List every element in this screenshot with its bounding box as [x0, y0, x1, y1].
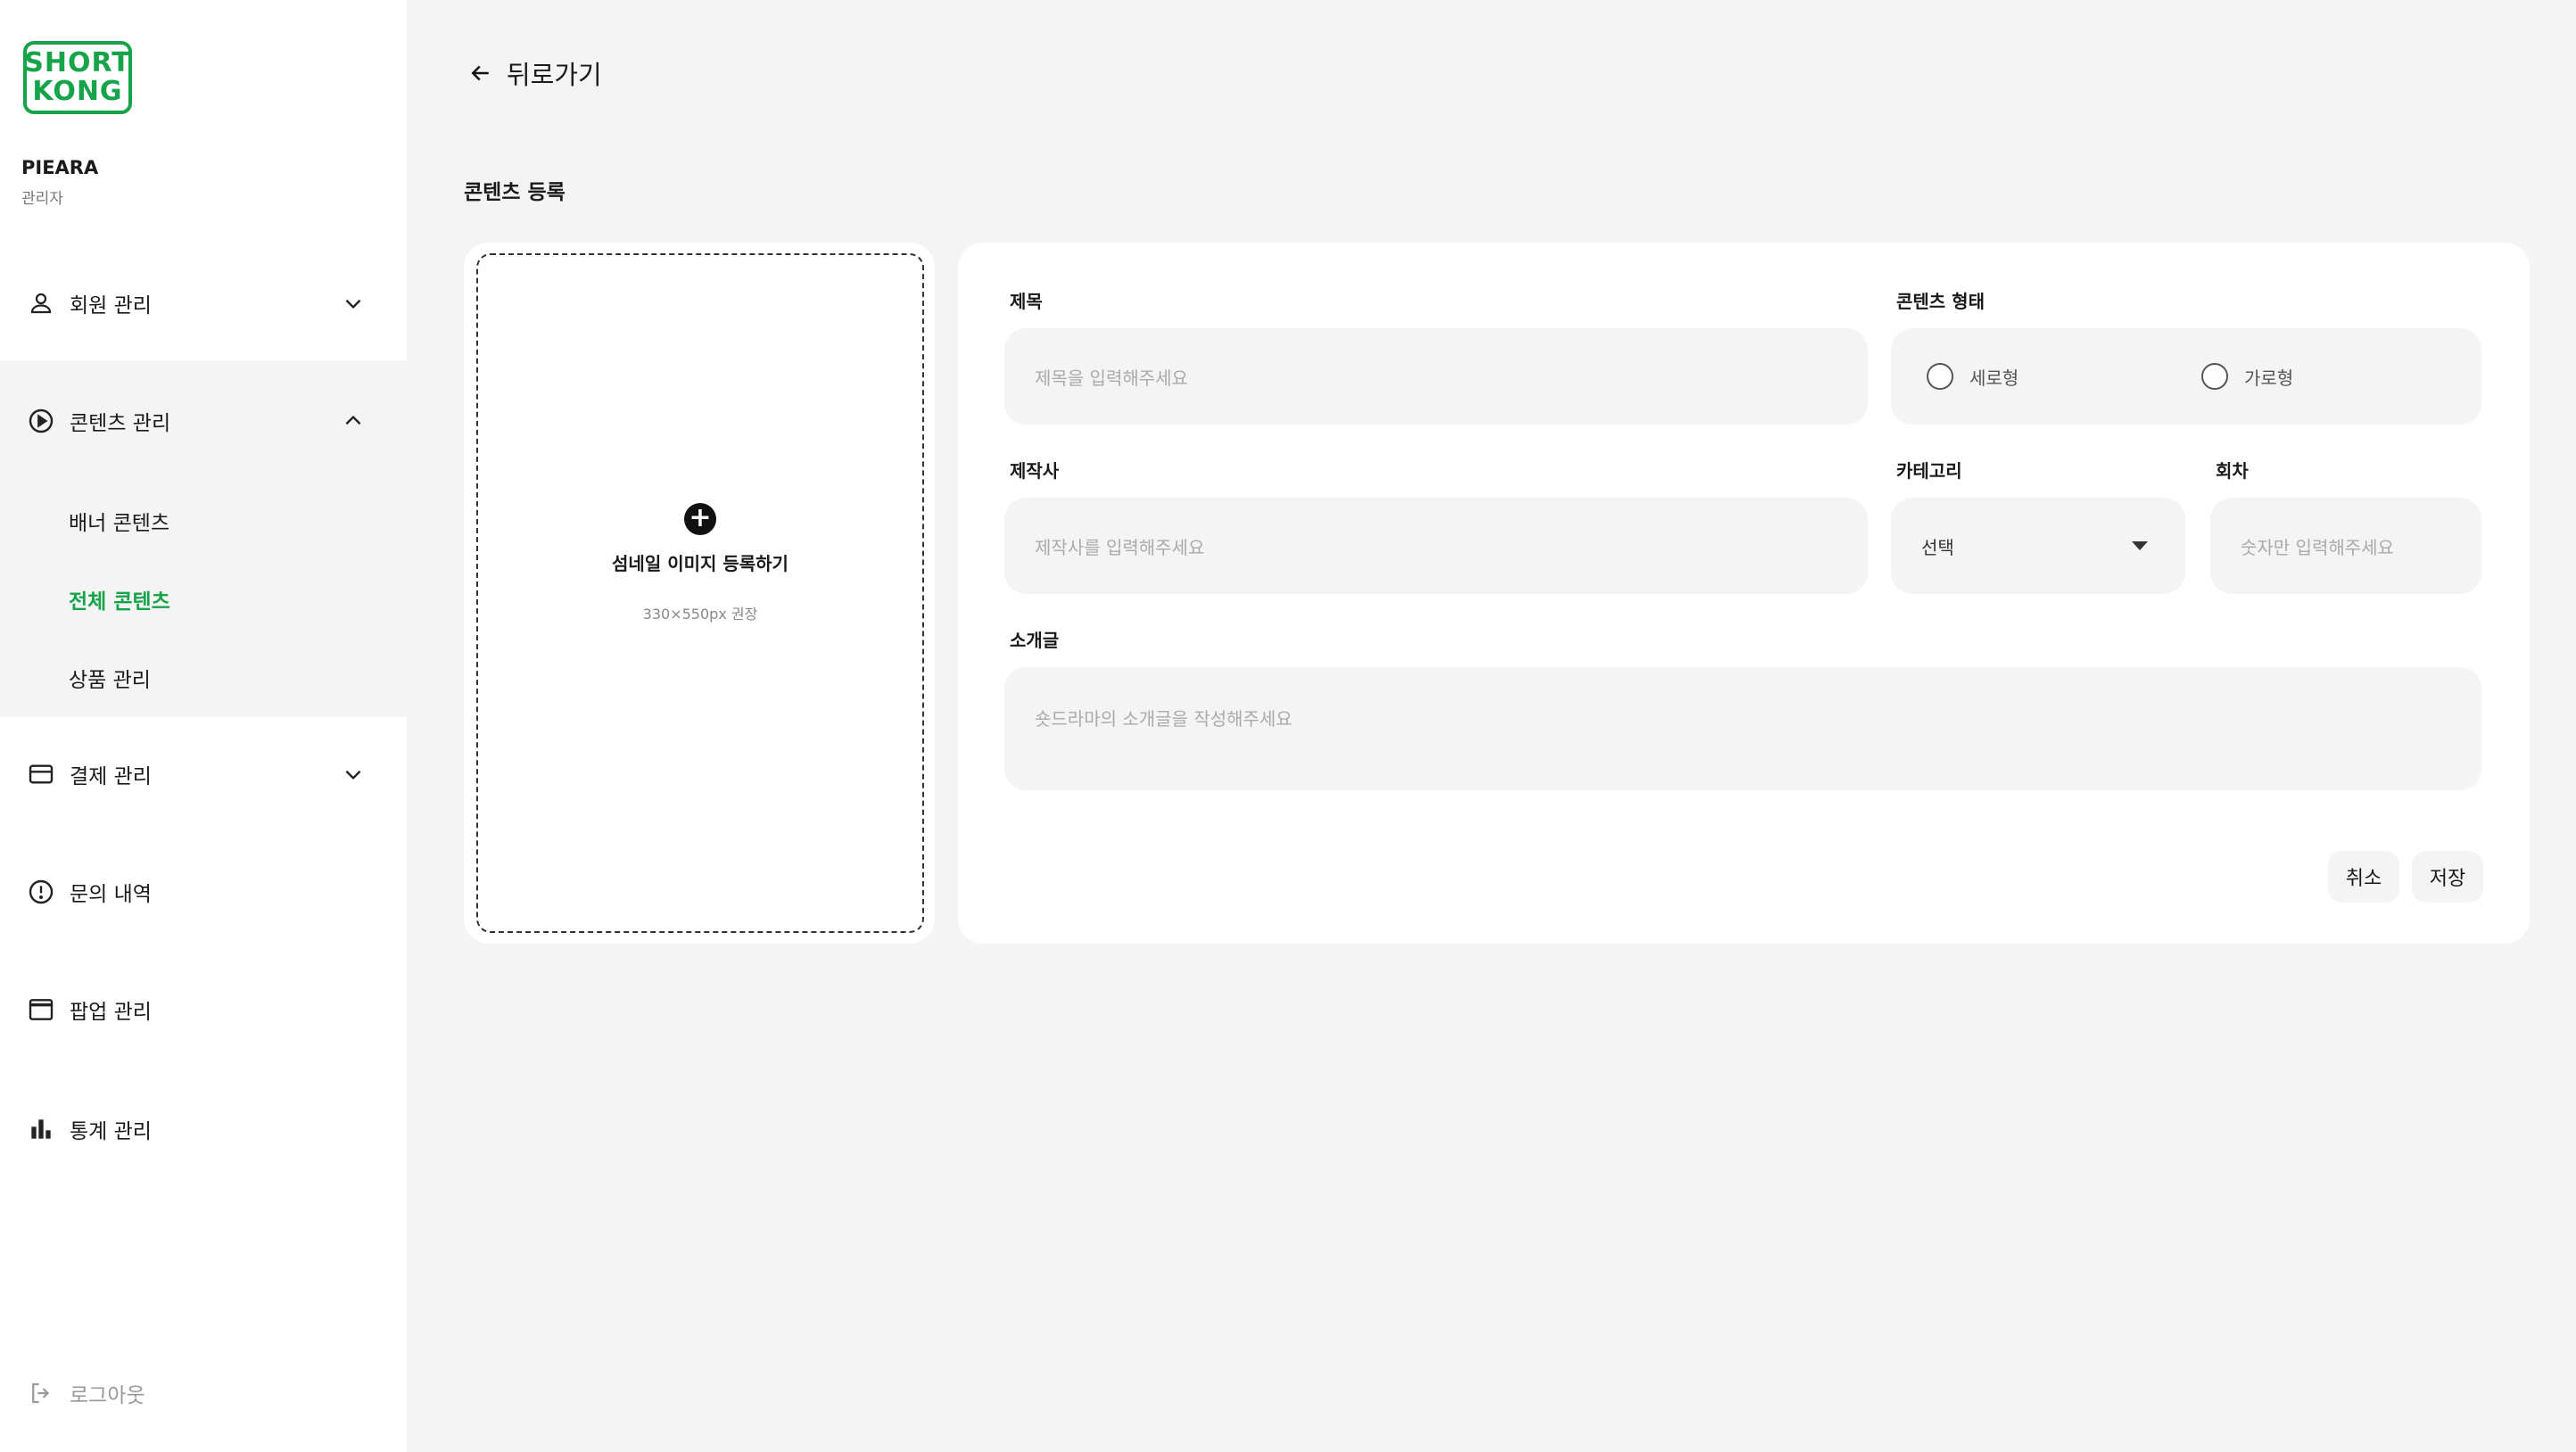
radio-label: 세로형 [1969, 367, 2019, 389]
logo-line-1: SHORT [24, 47, 131, 78]
sidebar-subitem-products[interactable]: 상품 관리 [0, 646, 407, 710]
profile-role: 관리자 [21, 190, 63, 208]
category-label: 카테고리 [1896, 460, 1962, 482]
cancel-button[interactable]: 취소 [2328, 851, 2399, 903]
logout-label: 로그아웃 [70, 1384, 145, 1407]
sidebar-item-label: 팝업 관리 [70, 1001, 152, 1024]
sidebar-subitem-label: 전체 콘텐츠 [69, 590, 170, 614]
person-icon [27, 289, 55, 318]
radio-label: 가로형 [2244, 367, 2294, 389]
sidebar-item-content[interactable]: 콘텐츠 관리 [0, 385, 407, 457]
category-select-value: 선택 [1921, 536, 1954, 558]
brand-logo[interactable]: SHORT KONG [23, 41, 132, 114]
thumbnail-card: + 섬네일 이미지 등록하기 330×550px 권장 [464, 243, 935, 944]
chevron-down-icon[interactable] [341, 291, 366, 316]
title-label: 제목 [1010, 291, 1043, 312]
content-type-label: 콘텐츠 형태 [1896, 291, 1985, 312]
sidebar-item-statistics[interactable]: 통계 관리 [0, 1093, 407, 1165]
sidebar-subitem-banner[interactable]: 배너 콘텐츠 [0, 489, 407, 553]
sidebar-item-label: 통계 관리 [70, 1120, 152, 1143]
sidebar-item-payments[interactable]: 결제 관리 [0, 738, 407, 810]
sidebar-subitem-label: 배너 콘텐츠 [69, 512, 170, 535]
sidebar-subitem-all-content[interactable]: 전체 콘텐츠 [0, 567, 407, 631]
title-input[interactable]: 제목을 입력해주세요 [1004, 328, 1868, 425]
plus-circle-icon: + [684, 502, 716, 535]
thumbnail-size-hint: 330×550px 권장 [642, 605, 758, 623]
radio-horizontal[interactable]: 가로형 [2201, 363, 2293, 390]
episode-input[interactable]: 숫자만 입력해주세요 [2210, 498, 2481, 594]
profile-name: PIEARA [21, 157, 99, 178]
radio-vertical[interactable]: 세로형 [1927, 363, 2019, 390]
play-circle-icon [27, 407, 55, 435]
sidebar-item-label: 문의 내역 [70, 883, 152, 906]
content-form-card: 제목 콘텐츠 형태 제목을 입력해주세요 세로형 가로형 제작사 카테고리 회차… [958, 243, 2530, 944]
sidebar-subitem-label: 상품 관리 [69, 669, 151, 692]
sidebar-item-label: 콘텐츠 관리 [70, 412, 171, 435]
caret-down-icon [2132, 541, 2148, 550]
producer-input[interactable]: 제작사를 입력해주세요 [1004, 498, 1868, 594]
thumbnail-upload-dropzone[interactable]: + 섬네일 이미지 등록하기 330×550px 권장 [476, 253, 924, 933]
save-button[interactable]: 저장 [2412, 851, 2483, 903]
producer-label: 제작사 [1010, 460, 1060, 482]
alert-circle-icon [27, 878, 55, 906]
category-select[interactable]: 선택 [1891, 498, 2185, 594]
sidebar-item-popups[interactable]: 팝업 관리 [0, 974, 407, 1045]
radio-circle-icon [2201, 363, 2228, 390]
sidebar-item-label: 결제 관리 [70, 765, 152, 788]
radio-circle-icon [1927, 363, 1953, 390]
chevron-up-icon[interactable] [341, 408, 366, 433]
intro-textarea[interactable]: 숏드라마의 소개글을 작성해주세요 [1004, 667, 2481, 790]
sidebar-item-members[interactable]: 회원 관리 [0, 268, 407, 339]
sidebar: SHORT KONG PIEARA 관리자 회원 관리 콘텐츠 관리 배너 콘텐… [0, 0, 407, 1452]
logout-icon [27, 1379, 55, 1407]
bar-chart-icon [27, 1115, 55, 1143]
content-type-radio-group: 세로형 가로형 [1891, 328, 2481, 425]
logout-button[interactable]: 로그아웃 [27, 1374, 145, 1413]
intro-label: 소개글 [1010, 630, 1060, 651]
episode-label: 회차 [2216, 460, 2249, 482]
back-label: 뒤로가기 [507, 60, 602, 90]
page-title: 콘텐츠 등록 [464, 181, 566, 204]
logo-line-2: KONG [32, 76, 123, 107]
content-submenu: 콘텐츠 관리 배너 콘텐츠 전체 콘텐츠 상품 관리 [0, 360, 407, 717]
chevron-down-icon[interactable] [341, 762, 366, 787]
window-icon [27, 995, 55, 1024]
thumbnail-upload-label: 섬네일 이미지 등록하기 [612, 552, 788, 574]
back-button[interactable]: 뒤로가기 [467, 52, 602, 95]
credit-card-icon [27, 760, 55, 788]
sidebar-item-label: 회원 관리 [70, 294, 152, 318]
sidebar-item-inquiries[interactable]: 문의 내역 [0, 856, 407, 928]
arrow-left-icon [467, 59, 496, 87]
